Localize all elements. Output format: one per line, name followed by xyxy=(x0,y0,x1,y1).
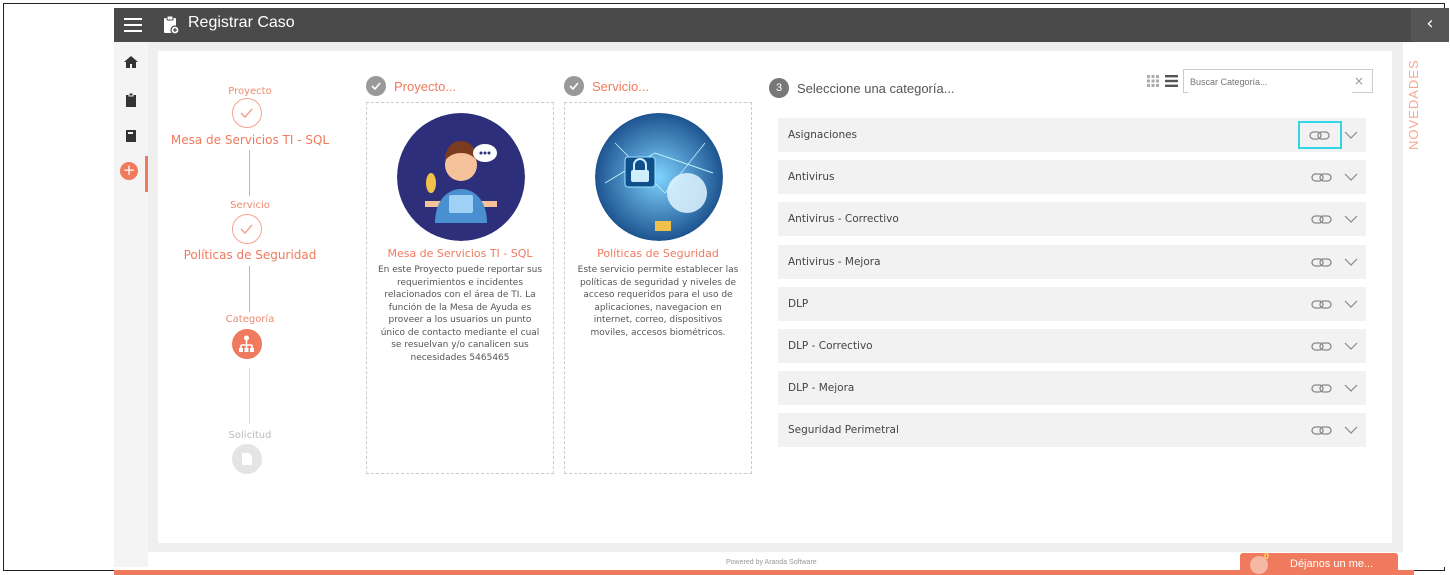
chevron-down-icon[interactable] xyxy=(1344,213,1358,225)
category-row[interactable]: Seguridad Perimetral xyxy=(778,413,1366,447)
service-image xyxy=(595,113,723,241)
register-case-icon xyxy=(164,15,180,35)
service-panel[interactable]: Políticas de Seguridad Este servicio per… xyxy=(564,102,752,474)
service-header-text: Servicio... xyxy=(592,78,650,94)
category-row[interactable]: Antivirus - Mejora xyxy=(778,245,1366,279)
chevron-left-icon[interactable]: ‹ xyxy=(1411,8,1449,42)
chat-badge: 0 xyxy=(1264,551,1270,561)
step-check-icon xyxy=(232,98,262,128)
step-label-categoria: Categoría xyxy=(225,314,275,325)
category-row[interactable]: Antivirus - Correctivo xyxy=(778,202,1366,236)
category-label: Antivirus xyxy=(788,171,835,183)
step-label-solicitud: Solicitud xyxy=(228,430,272,441)
chevron-down-icon[interactable] xyxy=(1344,129,1358,141)
link-icon[interactable] xyxy=(1310,211,1334,227)
step-label-servicio: Servicio xyxy=(230,200,270,211)
step-connector xyxy=(249,368,250,424)
category-tree-icon xyxy=(232,329,262,359)
category-label: DLP - Mejora xyxy=(788,382,855,394)
category-label: DLP xyxy=(788,298,809,310)
step-connector xyxy=(249,150,250,196)
category-label: Asignaciones xyxy=(788,129,858,141)
check-circle-icon xyxy=(366,76,386,96)
category-row[interactable]: DLP xyxy=(778,287,1366,321)
project-header-text: Proyecto... xyxy=(394,78,457,94)
link-icon[interactable] xyxy=(1310,296,1334,312)
project-image xyxy=(397,113,525,241)
step-value-servicio: Políticas de Seguridad xyxy=(183,248,317,262)
clear-search-icon[interactable]: × xyxy=(1354,74,1364,88)
footer-accent-line xyxy=(114,570,1414,575)
category-search-input[interactable] xyxy=(1188,71,1352,93)
clipboard-icon[interactable] xyxy=(123,92,139,108)
step-connector xyxy=(249,266,250,312)
category-row[interactable]: Antivirus xyxy=(778,160,1366,194)
chevron-down-icon[interactable] xyxy=(1344,256,1358,268)
step-value-proyecto: Mesa de Servicios TI - SQL xyxy=(170,133,330,147)
top-bar: Registrar Caso ‹ xyxy=(114,8,1449,42)
category-label: DLP - Correctivo xyxy=(788,340,873,352)
link-icon[interactable] xyxy=(1310,169,1334,185)
category-row[interactable]: DLP - Mejora xyxy=(778,371,1366,405)
project-description: En este Proyecto puede reportar sus requ… xyxy=(377,265,543,363)
link-icon[interactable] xyxy=(1298,121,1342,149)
home-icon[interactable] xyxy=(123,54,139,70)
list-view-icon[interactable] xyxy=(1165,75,1178,87)
category-row[interactable]: Asignaciones xyxy=(778,118,1366,152)
category-label: Seguridad Perimetral xyxy=(788,424,899,436)
category-search: × xyxy=(1183,69,1373,93)
category-label: Antivirus - Correctivo xyxy=(788,213,899,225)
chevron-down-icon[interactable] xyxy=(1344,382,1358,394)
hamburger-menu-icon[interactable] xyxy=(124,18,142,32)
chevron-down-icon[interactable] xyxy=(1344,424,1358,436)
chat-button[interactable]: 0 Déjanos un me... xyxy=(1240,551,1398,575)
request-icon xyxy=(232,444,262,474)
service-description: Este servicio permite establecer las pol… xyxy=(577,265,739,338)
category-label: Antivirus - Mejora xyxy=(788,256,881,268)
plus-circle-icon[interactable]: + xyxy=(120,162,138,180)
chevron-down-icon[interactable] xyxy=(1344,298,1358,310)
service-column-header: Servicio... xyxy=(564,76,649,96)
check-circle-icon xyxy=(564,76,584,96)
left-nav: + xyxy=(114,42,148,567)
book-icon[interactable] xyxy=(123,128,139,144)
step-label-proyecto: Proyecto xyxy=(228,86,272,97)
step-check-icon xyxy=(232,214,262,244)
link-icon[interactable] xyxy=(1310,380,1334,396)
link-icon[interactable] xyxy=(1310,338,1334,354)
grid-view-icon[interactable] xyxy=(1147,75,1159,87)
project-column-header: Proyecto... xyxy=(366,76,456,96)
category-header-text: Seleccione una categoría... xyxy=(797,80,955,96)
step-number-badge: 3 xyxy=(769,78,789,98)
category-row[interactable]: DLP - Correctivo xyxy=(778,329,1366,363)
chat-label: Déjanos un me... xyxy=(1290,558,1374,570)
novedades-label[interactable]: NOVEDADES xyxy=(1406,59,1421,150)
chevron-down-icon[interactable] xyxy=(1344,171,1358,183)
link-icon[interactable] xyxy=(1310,254,1334,270)
project-title: Mesa de Servicios TI - SQL xyxy=(387,247,533,260)
category-column-header: 3 Seleccione una categoría... xyxy=(769,78,955,98)
page-title: Registrar Caso xyxy=(188,14,295,31)
project-panel[interactable]: Mesa de Servicios TI - SQL En este Proye… xyxy=(366,102,554,474)
chevron-down-icon[interactable] xyxy=(1344,340,1358,352)
link-icon[interactable] xyxy=(1310,422,1334,438)
service-title: Políticas de Seguridad xyxy=(597,247,719,260)
powered-by-text: Powered by Aranda Software xyxy=(726,559,817,566)
